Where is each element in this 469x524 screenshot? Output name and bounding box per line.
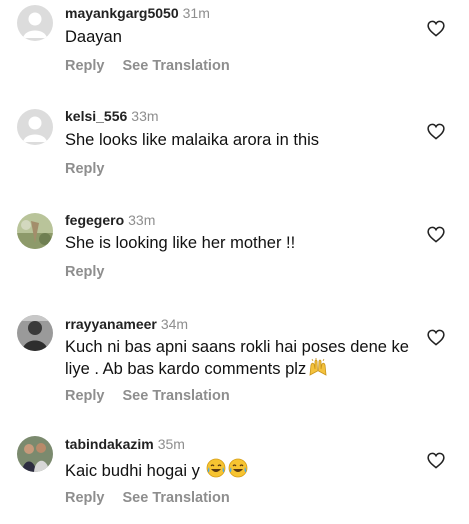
username[interactable]: kelsi_556 xyxy=(65,108,127,124)
reply-button[interactable]: Reply xyxy=(65,264,105,280)
see-translation-button[interactable]: See Translation xyxy=(123,388,230,404)
profile-photo xyxy=(17,213,53,249)
tears-of-joy-emoji xyxy=(229,458,248,478)
comment-text: Kuch ni bas apni saans rokli hai poses d… xyxy=(65,338,409,378)
timestamp: 33m xyxy=(128,212,156,228)
heart-outline-icon[interactable] xyxy=(427,123,445,140)
heart-outline-icon[interactable] xyxy=(427,226,445,243)
tears-of-joy-emoji xyxy=(207,458,226,478)
raising-hands-emoji xyxy=(309,358,327,376)
avatar[interactable] xyxy=(17,315,53,351)
comment-text: Daayan xyxy=(65,28,122,46)
comment-text: She is looking like her mother !! xyxy=(65,234,296,252)
reply-button[interactable]: Reply xyxy=(65,58,105,74)
username[interactable]: tabindakazim xyxy=(65,436,154,452)
timestamp: 31m xyxy=(182,5,210,21)
see-translation-button[interactable]: See Translation xyxy=(123,490,230,506)
avatar[interactable] xyxy=(17,109,53,145)
avatar[interactable] xyxy=(17,436,53,472)
timestamp: 33m xyxy=(131,108,159,124)
heart-outline-icon[interactable] xyxy=(427,329,445,346)
heart-outline-icon[interactable] xyxy=(427,452,445,469)
reply-button[interactable]: Reply xyxy=(65,490,105,506)
username[interactable]: mayankgarg5050 xyxy=(65,5,179,21)
default-avatar-icon xyxy=(23,116,47,142)
avatar[interactable] xyxy=(17,213,53,249)
reply-button[interactable]: Reply xyxy=(65,161,105,177)
comment-text: Kaic budhi hogai y xyxy=(65,458,410,482)
username[interactable]: fegegero xyxy=(65,212,124,228)
heart-outline-icon[interactable] xyxy=(427,20,445,37)
timestamp: 34m xyxy=(160,316,189,332)
profile-photo xyxy=(17,436,53,472)
profile-photo xyxy=(17,315,53,351)
timestamp: 35m xyxy=(157,436,185,452)
default-avatar-icon xyxy=(23,12,47,38)
reply-button[interactable]: Reply xyxy=(65,388,105,404)
username[interactable]: rrayyanameer xyxy=(65,316,157,332)
see-translation-button[interactable]: See Translation xyxy=(123,58,230,74)
comment-text: She looks like malaika arora in this xyxy=(65,131,320,149)
avatar[interactable] xyxy=(17,5,53,41)
